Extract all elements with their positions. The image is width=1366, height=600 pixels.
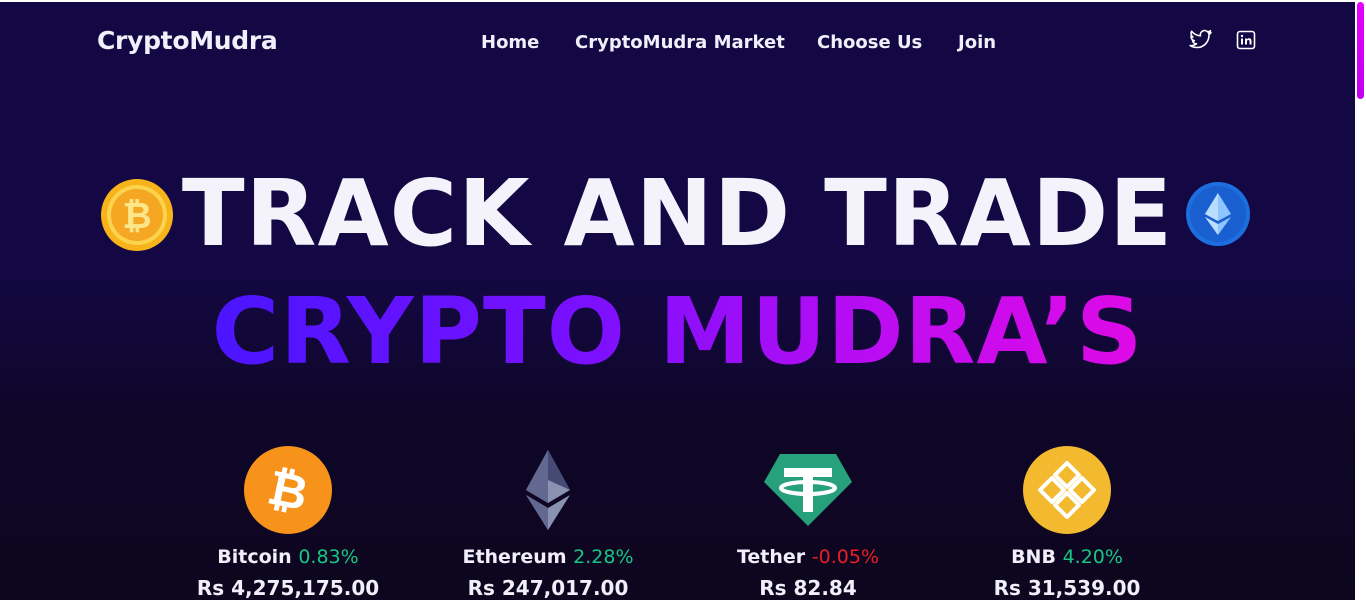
hero-subtitle-text: CRYPTO MUDRA’S <box>211 278 1144 385</box>
bitcoin-icon: ₿ <box>242 444 334 536</box>
coin-name-line: BNB 4.20% <box>937 546 1197 568</box>
coin-card-ethereum[interactable]: Ethereum 2.28% Rs 247,017.00 <box>418 444 678 600</box>
linkedin-icon[interactable] <box>1234 28 1258 52</box>
coin-card-tether[interactable]: Tether -0.05% Rs 82.84 <box>678 444 938 600</box>
hero-title: TRACK AND TRADE <box>181 160 1174 267</box>
coin-change: 2.28% <box>573 546 634 568</box>
nav-join[interactable]: Join <box>958 32 996 53</box>
coin-name: BNB <box>1011 546 1056 568</box>
coin-change: 0.83% <box>298 546 359 568</box>
coin-name: Bitcoin <box>217 546 292 568</box>
coin-price: Rs 82.84 <box>759 576 857 600</box>
scrollbar[interactable] <box>1355 0 1366 600</box>
ethereum-icon <box>502 444 594 536</box>
main-nav: Home CryptoMudra Market Choose Us Join <box>0 32 1355 56</box>
nav-home[interactable]: Home <box>481 32 539 53</box>
coin-card-bitcoin[interactable]: ₿ Bitcoin 0.83% Rs 4,275,175.00 <box>158 444 418 600</box>
scrollbar-thumb[interactable] <box>1357 2 1364 99</box>
tether-icon <box>762 444 854 536</box>
hero-subtitle: CRYPTO MUDRA’S <box>0 278 1355 385</box>
coin-name-line: Bitcoin 0.83% <box>158 546 418 568</box>
landing-page: CryptoMudra Home CryptoMudra Market Choo… <box>0 0 1355 600</box>
nav-choose-us[interactable]: Choose Us <box>817 32 922 53</box>
coin-card-bnb[interactable]: BNB 4.20% Rs 31,539.00 <box>937 444 1197 600</box>
nav-cryptomudra-market[interactable]: CryptoMudra Market <box>575 32 785 53</box>
coin-name-line: Ethereum 2.28% <box>418 546 678 568</box>
twitter-icon[interactable] <box>1189 28 1213 52</box>
coin-price: Rs 31,539.00 <box>993 576 1141 600</box>
coin-name: Tether <box>736 546 806 568</box>
top-border <box>0 0 1355 2</box>
coin-change: 4.20% <box>1062 546 1123 568</box>
coin-price: Rs 247,017.00 <box>467 576 629 600</box>
bnb-icon <box>1021 444 1113 536</box>
coin-name-line: Tether -0.05% <box>678 546 938 568</box>
coin-change: -0.05% <box>811 546 880 568</box>
coin-name: Ethereum <box>462 546 567 568</box>
coin-price: Rs 4,275,175.00 <box>196 576 380 600</box>
